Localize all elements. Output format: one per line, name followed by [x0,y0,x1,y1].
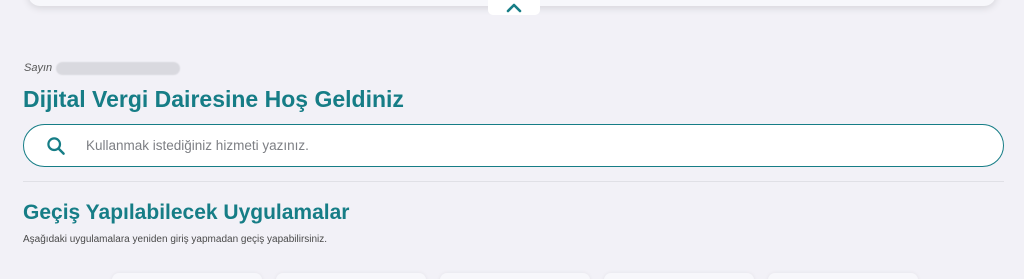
app-card[interactable] [604,273,754,279]
section-title: Geçiş Yapılabilecek Uygulamalar [23,201,350,224]
greeting: Sayın [24,60,181,76]
page-title: Dijital Vergi Dairesine Hoş Geldiniz [23,86,404,112]
app-card[interactable] [768,273,918,279]
search-input[interactable] [86,125,1003,166]
search-bar[interactable] [23,124,1004,167]
app-card[interactable] [112,273,262,279]
search-icon [47,136,65,155]
chevron-up-icon [506,3,522,12]
divider [23,181,1004,182]
app-card[interactable] [276,273,426,279]
collapse-menu-button[interactable] [488,0,540,15]
masked-user-name [56,61,181,75]
section-subtitle: Aşağıdaki uygulamalara yeniden giriş yap… [23,234,328,245]
app-card[interactable] [440,273,590,279]
greeting-prefix: Sayın [24,62,53,74]
page: Sayın Dijital Vergi Dairesine Hoş Geldin… [0,0,1024,279]
